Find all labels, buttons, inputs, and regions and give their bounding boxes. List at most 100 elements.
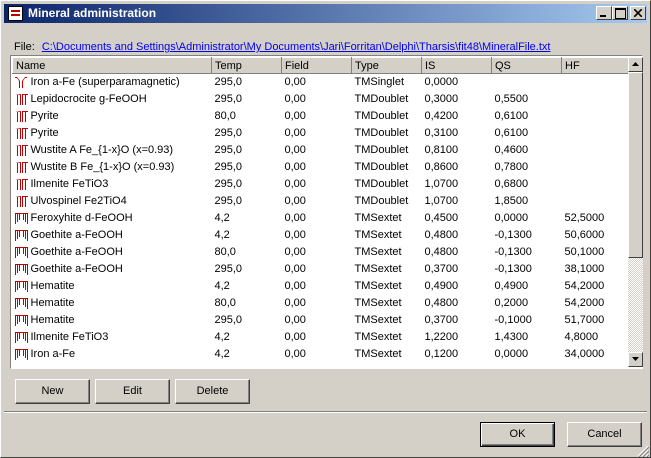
minimize-button[interactable]	[596, 6, 612, 20]
cell-type: TMSextet	[354, 263, 402, 275]
new-button[interactable]: New	[15, 379, 90, 404]
vertical-scrollbar[interactable]	[628, 57, 643, 367]
cell-qs	[492, 74, 562, 91]
cell-type: TMSinglet	[354, 76, 405, 89]
singlet-icon	[14, 77, 27, 88]
cancel-button[interactable]: Cancel	[567, 422, 642, 447]
doublet-icon	[14, 161, 28, 173]
table-row[interactable]: Ilmenite FeTiO3 4,2 0,00 TMSextet 1,2200 1,43…	[13, 329, 629, 346]
cell-qs: 1,4300	[494, 331, 529, 343]
cell-hf: 34,0000	[564, 348, 605, 360]
file-row: File: C:\Documents and Settings\Administ…	[14, 41, 550, 53]
mineral-name: Hematite	[30, 314, 75, 326]
mineral-table: Name Temp Field Type IS QS HF Iron a-Fe …	[12, 57, 628, 363]
cell-hf	[562, 91, 629, 108]
cell-name: Pyrite	[13, 108, 212, 125]
table-row[interactable]: Iron a-Fe (superparamagnetic) 295,0 0,00 TM…	[13, 74, 629, 91]
cell-qs: 1,8500	[494, 195, 529, 207]
cell-is: 0,1200	[424, 348, 459, 360]
cell-is: 0,4500	[424, 212, 459, 224]
column-header-type[interactable]: Type	[351, 57, 422, 74]
cell-field: 0,00	[284, 212, 306, 224]
cell-field: 0,00	[284, 178, 306, 190]
cell-temp: 295,0	[214, 127, 243, 139]
cell-qs: -0,1300	[494, 263, 532, 275]
table-row[interactable]: Feroxyhite d-FeOOH 4,2 0,00 TMSextet 0,4500 0…	[13, 210, 629, 227]
file-path-link[interactable]: C:\Documents and Settings\Administrator\…	[42, 41, 551, 53]
cell-name: Ilmenite FeTiO3	[13, 176, 212, 193]
mineral-name: Goethite a-FeOOH	[30, 246, 123, 258]
cell-field: 0,00	[284, 110, 306, 122]
sextet-icon	[14, 246, 28, 258]
cell-hf	[562, 74, 629, 91]
column-header-name[interactable]: Name	[12, 57, 212, 74]
cell-temp: 4,2	[214, 212, 230, 224]
cell-field: 0,00	[284, 331, 306, 343]
edit-button[interactable]: Edit	[95, 379, 170, 404]
mineral-name: Lepidocrocite g-FeOOH	[30, 93, 147, 105]
mineral-name: Wustite B Fe_{1-x}O (x=0.93)	[30, 161, 175, 173]
scroll-down-button[interactable]	[628, 352, 643, 367]
delete-button[interactable]: Delete	[175, 379, 250, 404]
maximize-button[interactable]	[612, 6, 628, 20]
cancel-button-label: Cancel	[587, 428, 622, 440]
doublet-icon	[14, 144, 28, 156]
table-row[interactable]: Wustite B Fe_{1-x}O (x=0.93) 295,0 0,00 TMD…	[13, 159, 629, 176]
cell-name: Wustite A Fe_{1-x}O (x=0.93)	[13, 142, 212, 159]
table-row[interactable]: Ilmenite FeTiO3 295,0 0,00 TMDoublet 1,0700 0…	[13, 176, 629, 193]
cell-hf	[562, 159, 629, 176]
cell-temp: 4,2	[214, 229, 230, 241]
cell-hf	[562, 176, 629, 193]
column-header-qs[interactable]: QS	[491, 57, 562, 74]
cell-is: 0,4800	[424, 246, 459, 258]
table-row[interactable]: Goethite a-FeOOH 4,2 0,00 TMSextet 0,4800 -0,…	[13, 227, 629, 244]
mineral-name: Wustite A Fe_{1-x}O (x=0.93)	[30, 144, 174, 156]
resize-grip-icon[interactable]	[637, 445, 649, 457]
table-row[interactable]: Hematite 4,2 0,00 TMSextet 0,4900 0,4900 54,20…	[13, 278, 629, 295]
table-row[interactable]: Hematite 80,0 0,00 TMSextet 0,4800 0,2000 54,2…	[13, 295, 629, 312]
scroll-thumb[interactable]	[628, 72, 643, 258]
column-header-is[interactable]: IS	[421, 57, 492, 74]
ok-button[interactable]: OK	[480, 422, 555, 447]
mineral-name: Pyrite	[30, 127, 59, 139]
table-row[interactable]: Hematite 295,0 0,00 TMSextet 0,3700 -0,1000 51…	[13, 312, 629, 329]
table-row[interactable]: Goethite a-FeOOH 80,0 0,00 TMSextet 0,4800 -0…	[13, 244, 629, 261]
table-row[interactable]: Iron a-Fe 4,2 0,00 TMSextet 0,1200 0,0000 34,0…	[13, 346, 629, 363]
table-row[interactable]: Lepidocrocite g-FeOOH 295,0 0,00 TMDoublet 0…	[13, 91, 629, 108]
cell-hf	[562, 125, 629, 142]
cell-qs: 0,6100	[494, 127, 529, 139]
title-bar[interactable]: Mineral administration	[4, 4, 647, 23]
cell-type: TMDoublet	[354, 127, 409, 139]
mineral-name: Hematite	[30, 297, 75, 309]
arrow-up-icon	[632, 62, 639, 66]
column-header-field[interactable]: Field	[281, 57, 352, 74]
table-row[interactable]: Pyrite 295,0 0,00 TMDoublet 0,3100 0,6100	[13, 125, 629, 142]
cell-name: Ulvospinel Fe2TiO4	[13, 193, 212, 210]
cell-field: 0,00	[284, 246, 306, 258]
cell-field: 0,00	[284, 229, 306, 241]
cell-name: Feroxyhite d-FeOOH	[13, 210, 212, 227]
mineral-name: Goethite a-FeOOH	[30, 263, 123, 275]
cell-field: 0,00	[284, 195, 306, 207]
column-header-temp[interactable]: Temp	[211, 57, 282, 74]
cell-temp: 80,0	[214, 297, 236, 309]
table-row[interactable]: Goethite a-FeOOH 295,0 0,00 TMSextet 0,3700 -…	[13, 261, 629, 278]
cell-type: TMSextet	[354, 246, 402, 258]
cell-is: 1,0700	[424, 195, 459, 207]
cell-name: Iron a-Fe	[13, 346, 212, 363]
arrow-down-icon	[632, 357, 639, 361]
column-header-hf[interactable]: HF	[561, 57, 628, 74]
cell-temp: 80,0	[214, 246, 236, 258]
cell-qs: 0,4600	[494, 144, 529, 156]
app-icon	[8, 6, 23, 21]
cell-qs: -0,1000	[494, 314, 532, 326]
sextet-icon	[14, 212, 28, 224]
close-button[interactable]	[630, 6, 646, 20]
table-row[interactable]: Ulvospinel Fe2TiO4 295,0 0,00 TMDoublet 1,07…	[13, 193, 629, 210]
mineral-grid[interactable]: Name Temp Field Type IS QS HF Iron a-Fe …	[10, 55, 643, 369]
scroll-up-button[interactable]	[628, 57, 643, 72]
cell-is: 0,0000	[424, 76, 459, 89]
table-row[interactable]: Wustite A Fe_{1-x}O (x=0.93) 295,0 0,00 TMD…	[13, 142, 629, 159]
cell-is: 0,3000	[424, 93, 459, 105]
table-row[interactable]: Pyrite 80,0 0,00 TMDoublet 0,4200 0,6100	[13, 108, 629, 125]
